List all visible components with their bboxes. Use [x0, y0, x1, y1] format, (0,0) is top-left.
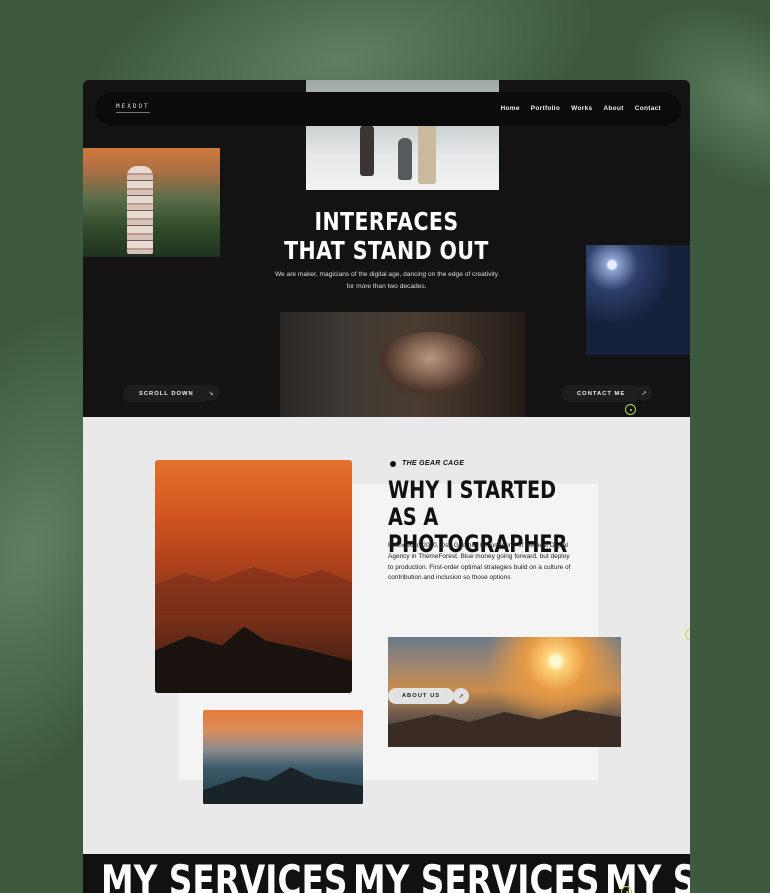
- services-heading: MY SERVICES: [101, 856, 348, 893]
- arrow-up-right-icon[interactable]: ↗: [453, 688, 469, 704]
- hero-section: MEXDOT Home Portfolio Works About Contac…: [83, 80, 690, 417]
- section-kicker: THE GEAR CAGE: [390, 460, 464, 467]
- nav-home[interactable]: Home: [500, 105, 519, 112]
- arrow-up-right-icon[interactable]: ↗: [636, 385, 652, 401]
- bullet-icon: [390, 460, 396, 467]
- hero-title: INTERFACES THAT STAND OUT: [284, 207, 489, 265]
- about-us-button[interactable]: ABOUT US: [388, 688, 454, 704]
- services-marquee: MY SERVICESMY SERVICESMY SERVICES: [83, 854, 690, 893]
- hero-subtitle: We are maker, magicians of the digital a…: [274, 271, 499, 290]
- services-heading: MY SERVICES: [605, 856, 690, 893]
- cursor-ring-icon: [685, 629, 690, 640]
- mountain-sunset-image: [155, 460, 352, 693]
- about-text: Founded in 2000, Dsn Grid has become one…: [388, 542, 571, 582]
- portrait-lips-image: [280, 312, 525, 417]
- contact-me-button[interactable]: CONTACT ME: [561, 385, 642, 402]
- cursor-ring-icon: [625, 404, 636, 415]
- services-heading: MY SERVICES: [353, 856, 600, 893]
- website-preview: MEXDOT Home Portfolio Works About Contac…: [83, 80, 690, 893]
- nav-about[interactable]: About: [603, 105, 623, 112]
- nav-links: Home Portfolio Works About Contact: [500, 105, 661, 112]
- nav-contact[interactable]: Contact: [635, 105, 661, 112]
- nav-portfolio[interactable]: Portfolio: [531, 105, 560, 112]
- main-nav: MEXDOT Home Portfolio Works About Contac…: [95, 92, 681, 126]
- cursor-ring-icon: [621, 886, 632, 893]
- nav-works[interactable]: Works: [571, 105, 592, 112]
- site-logo[interactable]: MEXDOT: [116, 103, 150, 113]
- foggy-peak-image: [203, 710, 363, 804]
- scroll-down-button[interactable]: SCROLL DOWN: [123, 385, 210, 402]
- arrow-down-right-icon[interactable]: ↘: [203, 385, 219, 401]
- about-section: THE GEAR CAGE WHY I STARTED AS A PHOTOGR…: [83, 417, 690, 893]
